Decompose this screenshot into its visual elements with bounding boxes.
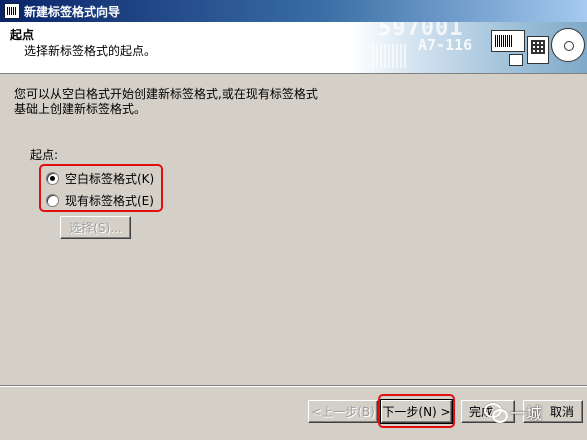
- header-banner-graphic: 597001 A7-116: [352, 22, 587, 73]
- description-line-1: 您可以从空白格式开始创建新标签格式,或在现有标签格式: [14, 87, 318, 101]
- page-subtitle: 选择新标签格式的起点。: [24, 44, 157, 58]
- radio-label-existing[interactable]: 现有标签格式(E): [65, 192, 154, 209]
- window-title: 新建标签格式向导: [24, 4, 121, 19]
- radio-existing-format[interactable]: 现有标签格式(E): [46, 192, 154, 209]
- wizard-header: 起点 选择新标签格式的起点。 597001 A7-116: [0, 22, 587, 74]
- radio-label-blank[interactable]: 空白标签格式(K): [65, 170, 154, 187]
- radio-indicator-unchecked[interactable]: [46, 194, 59, 207]
- disc-icon: [551, 28, 585, 62]
- back-button[interactable]: <上一步(B): [308, 400, 378, 423]
- radio-indicator-checked[interactable]: [46, 172, 59, 185]
- wechat-icon: [484, 403, 508, 423]
- small-label-icon: [509, 54, 523, 66]
- description-line-2: 基础上创建新标签格式。: [14, 102, 147, 116]
- watermark-overlay: 一城: [484, 398, 584, 426]
- wizard-description: 您可以从空白格式开始创建新标签格式,或在现有标签格式 基础上创建新标签格式。: [14, 87, 344, 117]
- select-button[interactable]: 选择(S)...: [60, 216, 131, 239]
- footer-separator: [0, 385, 587, 387]
- radio-blank-format[interactable]: 空白标签格式(K): [46, 170, 154, 187]
- next-button[interactable]: 下一步(N) >: [380, 399, 453, 424]
- page-title: 起点: [10, 28, 35, 42]
- start-point-label: 起点:: [30, 148, 59, 162]
- barcode-app-icon: [4, 3, 20, 19]
- banner-code-text-2: A7-116: [418, 36, 473, 54]
- window-titlebar[interactable]: 新建标签格式向导: [0, 0, 587, 22]
- watermark-text: 一城: [510, 404, 543, 423]
- barcode-label-icon: [491, 30, 525, 52]
- qr-code-label-icon: [527, 36, 549, 64]
- barcode-graphic-icon: [372, 44, 408, 68]
